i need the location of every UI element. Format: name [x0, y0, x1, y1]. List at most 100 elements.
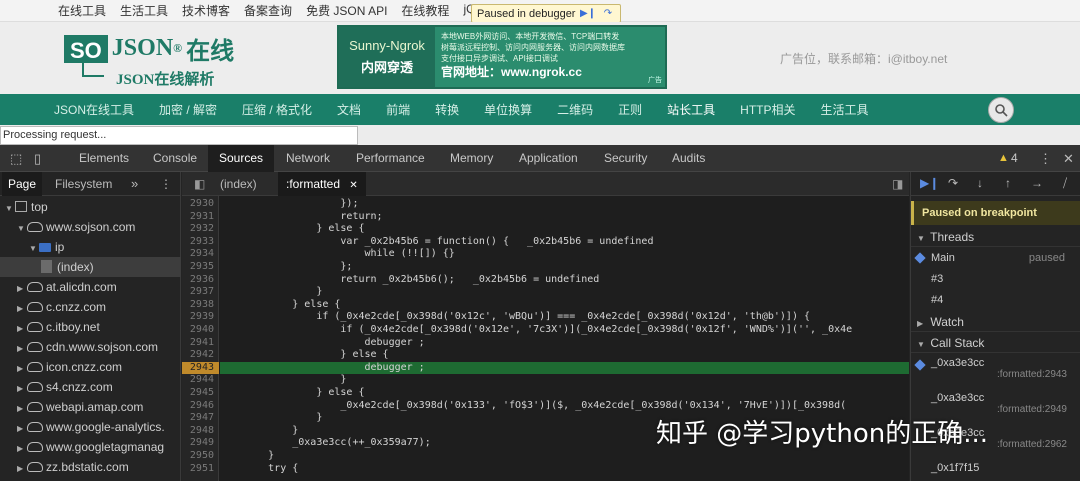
line-number[interactable]: 2935: [182, 261, 219, 274]
step-into-icon[interactable]: ↓: [977, 176, 983, 190]
tab-performance[interactable]: Performance: [356, 145, 425, 172]
editor-tab-index[interactable]: (index): [212, 172, 265, 196]
subtab-filesystem[interactable]: Filesystem: [55, 172, 112, 196]
line-number[interactable]: 2932: [182, 223, 219, 236]
warning-count[interactable]: 4: [1011, 145, 1018, 172]
deactivate-breakpoints-icon[interactable]: ⧸: [1063, 176, 1067, 191]
tree-item[interactable]: ▶ at.alicdn.com: [0, 277, 181, 297]
tree-item[interactable]: ▼ top: [0, 197, 181, 217]
callstack-header[interactable]: ▼ Call Stack: [911, 333, 1080, 353]
tab-elements[interactable]: Elements: [79, 145, 129, 172]
main-nav-item[interactable]: 文档: [337, 101, 361, 118]
main-nav-item[interactable]: HTTP相关: [740, 101, 795, 118]
top-link-icp[interactable]: 备案查询: [244, 2, 292, 19]
main-nav-item[interactable]: 二维码: [557, 101, 593, 118]
tree-item[interactable]: ▶ icon.cnzz.com: [0, 357, 181, 377]
warning-icon[interactable]: ▲: [998, 152, 1009, 164]
line-number[interactable]: 2931: [182, 211, 219, 224]
tab-application[interactable]: Application: [519, 145, 578, 172]
main-nav-item[interactable]: 前端: [386, 101, 410, 118]
line-number[interactable]: 2933: [182, 236, 219, 249]
tab-console[interactable]: Console: [153, 145, 197, 172]
thread-item[interactable]: #4: [911, 290, 1080, 311]
tree-item[interactable]: ▼ www.sojson.com: [0, 217, 181, 237]
top-link-tools[interactable]: 在线工具: [58, 2, 106, 19]
collapse-triangle-icon[interactable]: ▶: [17, 419, 27, 437]
ngrok-banner-ad[interactable]: Sunny-Ngrok 内网穿透 本地WEB外网访问、本地开发微信、TCP端口转…: [337, 25, 667, 89]
top-link-life[interactable]: 生活工具: [120, 2, 168, 19]
tree-item[interactable]: ▶ www.googletagmanag: [0, 437, 181, 457]
line-number[interactable]: 2951: [182, 463, 219, 476]
more-menu-icon[interactable]: ⋮: [1039, 151, 1052, 167]
line-number[interactable]: 2936: [182, 274, 219, 287]
subtab-page[interactable]: Page: [2, 172, 43, 196]
line-number[interactable]: 2930: [182, 198, 219, 211]
tab-security[interactable]: Security: [604, 145, 647, 172]
tab-audits[interactable]: Audits: [672, 145, 705, 172]
call-frame[interactable]: _0x1f7f15: [911, 462, 1080, 474]
tab-sources[interactable]: Sources: [208, 145, 275, 172]
tree-item[interactable]: ▶ s4.cnzz.com: [0, 377, 181, 397]
line-number[interactable]: 2947: [182, 412, 219, 425]
expand-triangle-icon[interactable]: ▼: [29, 239, 39, 257]
collapse-triangle-icon[interactable]: ▶: [17, 439, 27, 457]
expand-triangle-icon[interactable]: ▼: [17, 219, 27, 237]
collapse-triangle-icon[interactable]: ▶: [17, 359, 27, 377]
main-nav-item[interactable]: 单位换算: [484, 101, 532, 118]
line-number[interactable]: 2944: [182, 374, 219, 387]
line-number[interactable]: 2949: [182, 437, 219, 450]
line-number[interactable]: 2939: [182, 311, 219, 324]
collapse-triangle-icon[interactable]: ▶: [17, 399, 27, 417]
collapse-triangle-icon[interactable]: ▶: [17, 319, 27, 337]
line-number[interactable]: 2943: [182, 361, 219, 375]
site-logo[interactable]: SO JSON ® 在线 JSON在线解析: [64, 31, 234, 89]
tree-item[interactable]: ▶ zz.bdstatic.com: [0, 457, 181, 477]
navigator-menu-icon[interactable]: ⋮: [160, 172, 172, 196]
line-number[interactable]: 2942: [182, 349, 219, 362]
line-number[interactable]: 2934: [182, 248, 219, 261]
thread-item[interactable]: #3: [911, 269, 1080, 290]
tab-network[interactable]: Network: [286, 145, 330, 172]
top-link-blog[interactable]: 技术博客: [182, 2, 230, 19]
collapse-triangle-icon[interactable]: ▶: [17, 299, 27, 317]
line-number[interactable]: 2950: [182, 450, 219, 463]
top-link-tutorial[interactable]: 在线教程: [401, 2, 449, 19]
step-over-icon[interactable]: ↷: [600, 8, 615, 20]
call-frame[interactable]: _0xa3e3cc :formatted:2949: [911, 392, 1080, 415]
step-icon[interactable]: →: [1031, 176, 1043, 190]
tree-item[interactable]: ▶ cdn.www.sojson.com: [0, 337, 181, 357]
collapse-triangle-icon[interactable]: ▶: [17, 339, 27, 357]
close-icon[interactable]: ✕: [1063, 151, 1074, 167]
top-link-api[interactable]: 免费 JSON API: [306, 2, 387, 19]
expand-triangle-icon[interactable]: ▼: [5, 199, 15, 217]
main-nav-item[interactable]: 加密 / 解密: [159, 101, 217, 118]
main-nav-item[interactable]: 生活工具: [821, 101, 869, 118]
collapse-triangle-icon[interactable]: ▶: [17, 379, 27, 397]
line-number[interactable]: 2946: [182, 400, 219, 413]
watch-header[interactable]: ▶ Watch: [911, 312, 1080, 332]
close-tab-icon[interactable]: ✕: [349, 180, 357, 191]
tree-item[interactable]: ▶ webapi.amap.com: [0, 397, 181, 417]
line-gutter[interactable]: 2930 2931 2932 2933 2934 2935 2936 2937 2938 2939…: [182, 196, 219, 481]
inspect-element-icon[interactable]: ⬚: [10, 151, 22, 167]
call-frame[interactable]: _0xa3e3cc :formatted:2943: [911, 357, 1080, 380]
tree-item[interactable]: ▶ www.google-analytics.: [0, 417, 181, 437]
main-nav-item[interactable]: 压缩 / 格式化: [242, 101, 312, 118]
threads-header[interactable]: ▼ Threads: [911, 227, 1080, 247]
line-number[interactable]: 2938: [182, 299, 219, 312]
tree-item[interactable]: ▼ ip: [0, 237, 181, 257]
device-toolbar-icon[interactable]: ▯: [34, 151, 41, 167]
line-number[interactable]: 2948: [182, 425, 219, 438]
toggle-navigator-icon[interactable]: ◧: [186, 172, 213, 196]
main-nav-item[interactable]: 正则: [618, 101, 642, 118]
tree-item[interactable]: ▶ c.cnzz.com: [0, 297, 181, 317]
toggle-debugger-icon[interactable]: ◨: [884, 172, 911, 196]
resume-icon[interactable]: ▶❙: [920, 176, 939, 190]
resume-icon[interactable]: ▶❙: [580, 8, 596, 20]
collapse-triangle-icon[interactable]: ▶: [17, 279, 27, 297]
step-over-icon[interactable]: ↷: [948, 176, 958, 190]
main-nav-item[interactable]: 站长工具: [667, 101, 715, 118]
main-nav-item[interactable]: 转换: [435, 101, 459, 118]
search-button[interactable]: [988, 97, 1014, 123]
thread-item[interactable]: Main paused: [911, 248, 1080, 269]
